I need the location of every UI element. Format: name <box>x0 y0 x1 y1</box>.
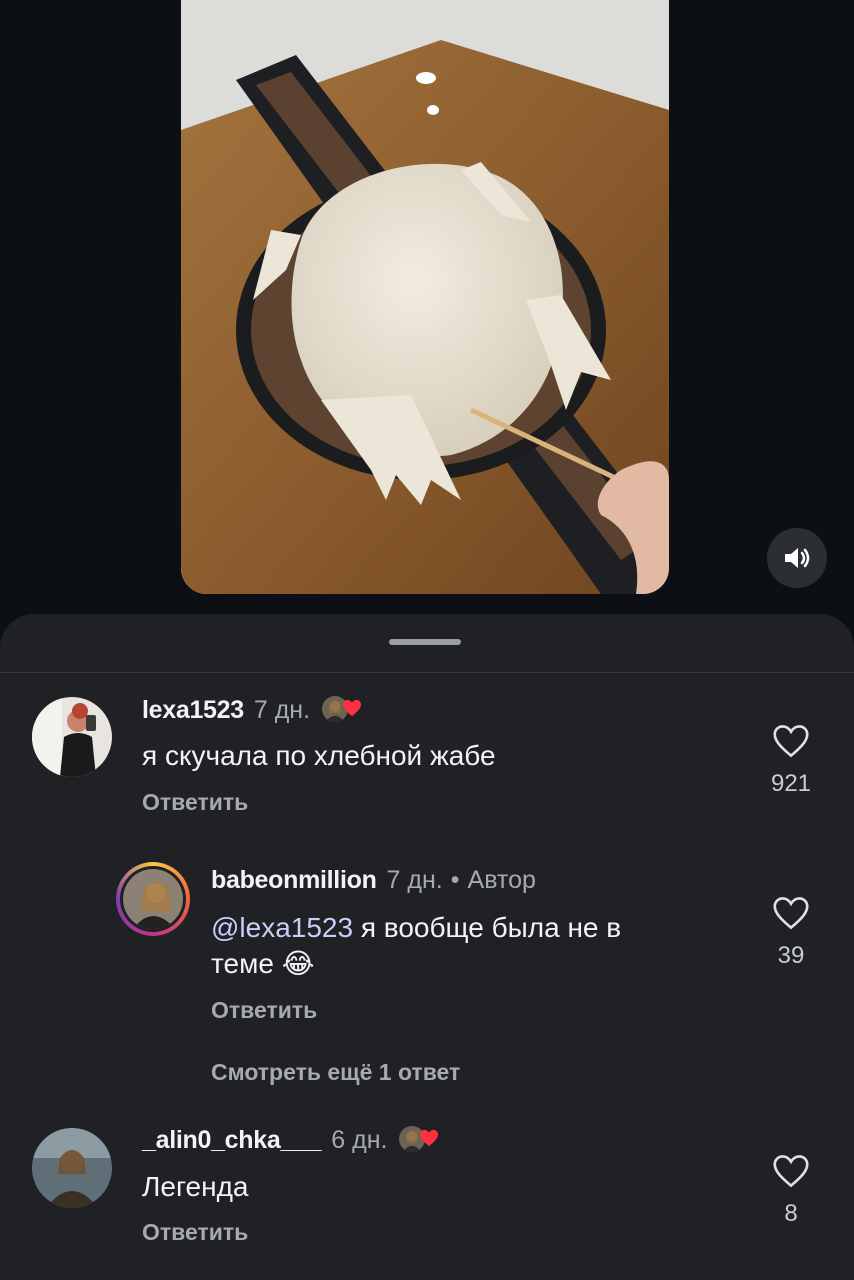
like-count: 921 <box>770 770 812 797</box>
heart-outline-icon <box>773 725 809 758</box>
comment-username[interactable]: lexa1523 <box>142 696 244 725</box>
comment-time: 7 дн. <box>253 695 311 724</box>
heart-outline-icon <box>773 897 809 930</box>
heart-filled-icon <box>343 699 362 717</box>
reply-button[interactable]: Ответить <box>142 789 248 816</box>
video-frame-image <box>181 0 669 594</box>
speaker-icon <box>785 548 810 568</box>
reply-button[interactable]: Ответить <box>211 997 317 1024</box>
like-count: 39 <box>777 942 805 969</box>
video-area <box>0 0 854 640</box>
comment-text-line-2: теме <box>211 948 274 979</box>
like-count: 8 <box>784 1200 798 1227</box>
liked-by-author-indicator <box>397 1124 441 1156</box>
like-button[interactable]: 8 <box>761 1154 821 1228</box>
avatar[interactable] <box>32 697 112 777</box>
comment-text-line-1: я вообще была не в <box>353 912 622 943</box>
sheet-divider <box>0 672 854 673</box>
comment-text: Легенда <box>142 1171 249 1202</box>
comment-username[interactable]: _alin0_chka___ <box>142 1126 322 1155</box>
sound-toggle-button[interactable] <box>767 528 827 588</box>
comments-sheet: lexa1523 7 дн. я скучала по хлебной жабе… <box>0 614 854 1280</box>
video-player[interactable] <box>181 0 669 594</box>
avatar[interactable] <box>116 862 190 936</box>
comment-text: @lexa1523 я вообще была не в теме 😂 <box>211 910 731 982</box>
liked-by-author-indicator <box>320 694 364 726</box>
separator-dot: • <box>450 866 460 894</box>
user-mention-link[interactable]: @lexa1523 <box>211 912 353 943</box>
sheet-drag-handle[interactable] <box>389 639 461 645</box>
avatar[interactable] <box>32 1128 112 1208</box>
laughing-emoji-icon: 😂 <box>281 947 315 980</box>
comment-time: 6 дн. <box>331 1125 388 1154</box>
comment-time: 7 дн. <box>386 866 443 894</box>
like-button[interactable]: 921 <box>761 724 821 798</box>
heart-filled-icon <box>420 1129 439 1147</box>
heart-outline-icon <box>773 1155 809 1188</box>
like-button[interactable]: 39 <box>761 896 821 970</box>
view-more-replies-button[interactable]: Смотреть ещё 1 ответ <box>211 1059 460 1086</box>
author-badge: Автор <box>467 866 536 894</box>
reply-button[interactable]: Ответить <box>142 1219 248 1246</box>
comment-text: я скучала по хлебной жабе <box>142 740 496 771</box>
comment-username[interactable]: babeonmillion <box>211 866 377 895</box>
